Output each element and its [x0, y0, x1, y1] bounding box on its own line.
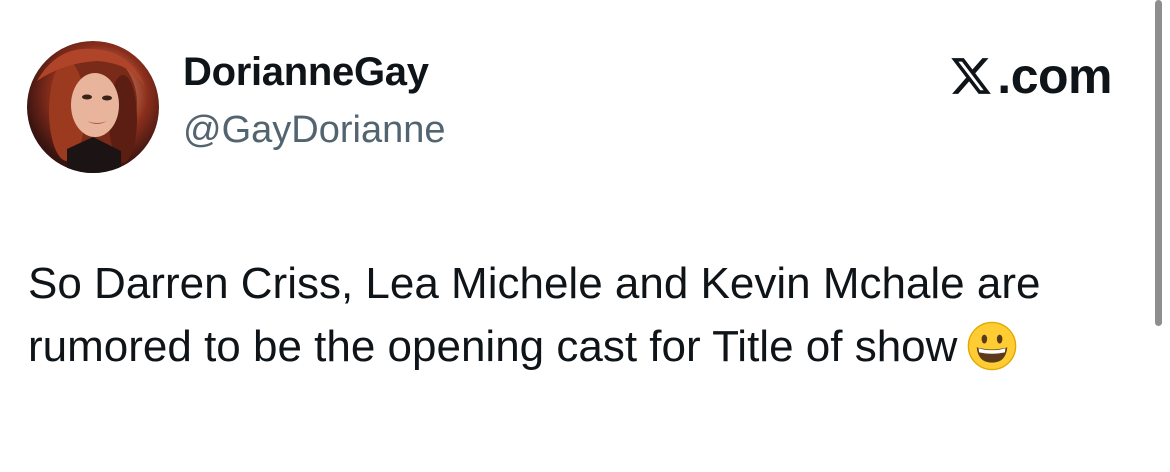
- tweet-text: So Darren Criss, Lea Michele and Kevin M…: [28, 259, 1041, 371]
- grinning-face-icon: [968, 321, 1017, 371]
- avatar[interactable]: [27, 41, 159, 173]
- author-display-name[interactable]: DorianneGay: [183, 52, 429, 92]
- tweet-body: So Darren Criss, Lea Michele and Kevin M…: [28, 252, 1118, 378]
- x-logo-icon: [951, 58, 992, 94]
- scrollbar[interactable]: [1155, 0, 1162, 326]
- brand-domain-text: .com: [997, 48, 1112, 104]
- author-handle[interactable]: @GayDorianne: [183, 111, 445, 149]
- avatar-image: [37, 48, 145, 173]
- brand-watermark: .com: [949, 51, 1112, 101]
